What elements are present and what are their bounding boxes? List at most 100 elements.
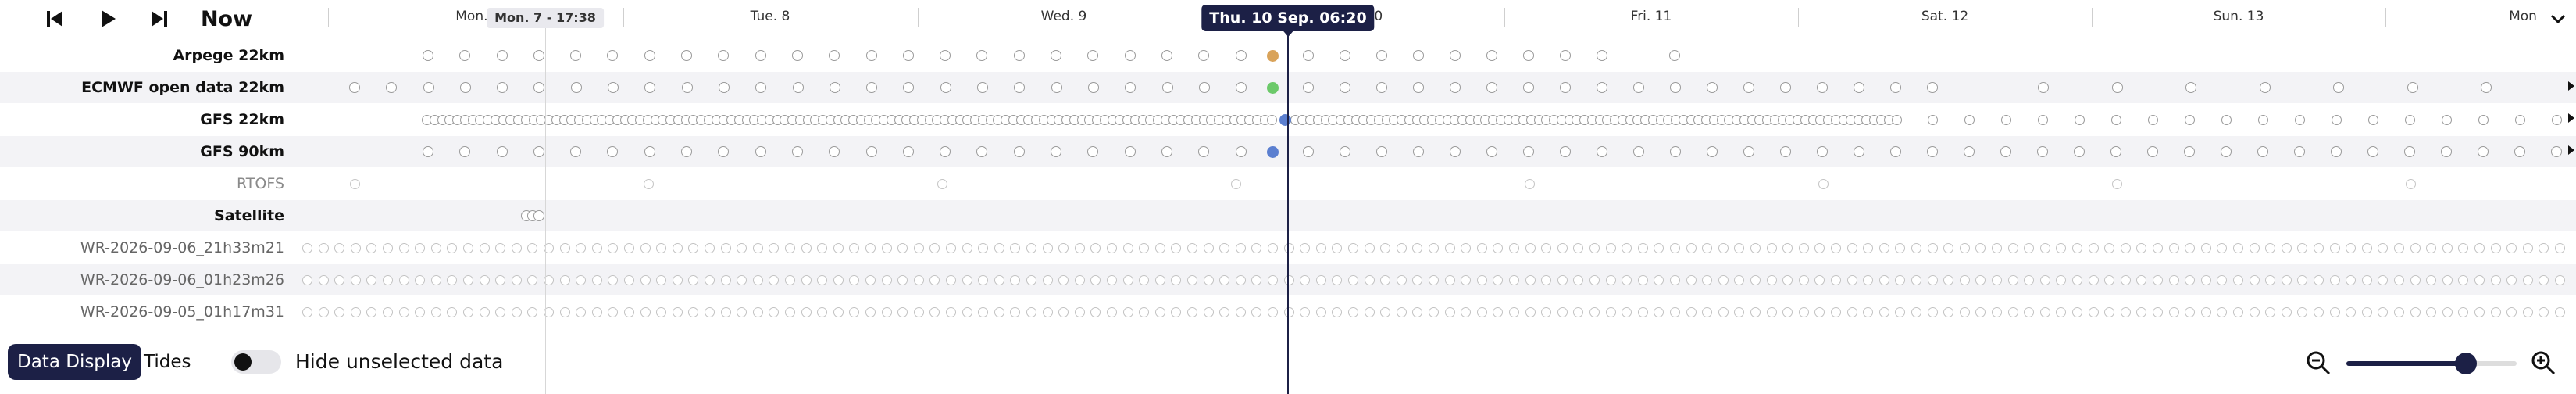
forecast-step-dot[interactable] [945, 274, 956, 285]
forecast-step-dot[interactable] [1605, 242, 1616, 253]
forecast-step-dot[interactable] [1042, 242, 1053, 253]
forecast-step-dot[interactable] [1891, 114, 1902, 125]
forecast-step-dot[interactable] [2313, 242, 2324, 253]
forecast-step-dot[interactable] [497, 50, 508, 61]
forecast-step-dot[interactable] [2216, 274, 2227, 285]
forecast-step-dot[interactable] [1927, 306, 1938, 317]
forecast-step-dot[interactable] [1444, 274, 1455, 285]
forecast-step-dot[interactable] [607, 146, 618, 157]
forecast-step-dot[interactable] [897, 306, 908, 317]
forecast-step-dot[interactable] [1267, 306, 1278, 317]
forecast-step-dot[interactable] [913, 242, 924, 253]
forecast-step-dot[interactable] [643, 178, 654, 189]
forecast-step-dot[interactable] [801, 274, 812, 285]
forecast-step-dot[interactable] [1780, 82, 1791, 93]
forecast-step-dot[interactable] [430, 306, 441, 317]
forecast-step-dot[interactable] [2329, 306, 2340, 317]
forecast-step-dot[interactable] [2506, 306, 2517, 317]
forecast-step-dot[interactable] [1862, 306, 1873, 317]
forecast-step-dot[interactable] [1508, 242, 1519, 253]
forecast-step-dot[interactable] [1218, 306, 1229, 317]
forecast-step-dot[interactable] [1959, 306, 1970, 317]
forecast-step-dot[interactable] [1376, 82, 1387, 93]
forecast-step-dot[interactable] [2037, 146, 2048, 157]
forecast-step-dot[interactable] [366, 274, 376, 285]
forecast-step-dot[interactable] [2112, 82, 2123, 93]
forecast-step-dot[interactable] [1894, 306, 1905, 317]
forecast-step-dot[interactable] [2184, 242, 2195, 253]
forecast-step-dot[interactable] [1743, 82, 1754, 93]
forecast-step-dot[interactable] [1605, 274, 1616, 285]
forecast-step-dot[interactable] [607, 242, 618, 253]
forecast-step-dot[interactable] [479, 242, 490, 253]
forecast-step-dot[interactable] [1460, 242, 1471, 253]
forecast-step-dot[interactable] [1862, 242, 1873, 253]
forecast-step-dot[interactable] [755, 50, 766, 61]
forecast-step-dot[interactable] [2185, 82, 2196, 93]
forecast-step-dot[interactable] [2294, 146, 2305, 157]
forecast-step-dot[interactable] [2377, 242, 2388, 253]
forecast-step-dot[interactable] [1572, 274, 1583, 285]
forecast-step-dot[interactable] [570, 146, 581, 157]
zoom-slider-handle[interactable] [2454, 353, 2477, 374]
forecast-step-dot[interactable] [301, 306, 312, 317]
forecast-step-dot[interactable] [977, 274, 988, 285]
forecast-step-dot[interactable] [318, 274, 329, 285]
forecast-step-dot[interactable] [945, 242, 956, 253]
forecast-step-dot[interactable] [2345, 306, 2356, 317]
forecast-step-dot[interactable] [1450, 50, 1461, 61]
forecast-step-dot[interactable] [623, 274, 634, 285]
forecast-step-dot[interactable] [1669, 242, 1680, 253]
forecast-step-dot[interactable] [1315, 306, 1326, 317]
forecast-step-dot[interactable] [446, 306, 457, 317]
scroll-right-icon[interactable] [2568, 81, 2574, 91]
forecast-step-dot[interactable] [398, 274, 409, 285]
forecast-step-dot[interactable] [334, 306, 344, 317]
forecast-step-dot[interactable] [2088, 242, 2099, 253]
forecast-step-dot[interactable] [1508, 274, 1519, 285]
forecast-step-dot[interactable] [2120, 242, 2131, 253]
forecast-step-dot[interactable] [2281, 242, 2292, 253]
forecast-step-dot[interactable] [1122, 242, 1133, 253]
play-button[interactable] [94, 6, 122, 31]
forecast-step-dot[interactable] [1525, 306, 1536, 317]
forecast-step-dot[interactable] [1090, 242, 1101, 253]
forecast-step-dot[interactable] [1911, 274, 1921, 285]
forecast-step-dot[interactable] [1450, 82, 1461, 93]
forecast-step-dot[interactable] [1557, 306, 1568, 317]
forecast-step-dot[interactable] [1009, 242, 1020, 253]
forecast-step-dot[interactable] [1750, 274, 1761, 285]
forecast-step-dot[interactable] [1523, 82, 1534, 93]
forecast-step-dot[interactable] [1267, 242, 1278, 253]
forecast-step-dot[interactable] [414, 306, 425, 317]
forecast-step-dot[interactable] [1122, 274, 1133, 285]
forecast-step-dot[interactable] [1975, 274, 1986, 285]
forecast-step-dot[interactable] [1890, 82, 1901, 93]
forecast-step-dot[interactable] [881, 274, 892, 285]
forecast-step-dot[interactable] [801, 242, 812, 253]
forecast-step-dot[interactable] [2393, 274, 2404, 285]
forecast-step-dot[interactable] [2038, 82, 2049, 93]
forecast-step-dot[interactable] [526, 306, 537, 317]
forecast-step-dot[interactable] [866, 146, 877, 157]
forecast-step-dot[interactable] [1818, 178, 1829, 189]
forecast-step-dot[interactable] [2522, 274, 2533, 285]
selected-step-dot[interactable] [1266, 145, 1279, 158]
forecast-step-dot[interactable] [2333, 82, 2344, 93]
forecast-step-dot[interactable] [1605, 306, 1616, 317]
forecast-step-dot[interactable] [1943, 306, 1953, 317]
forecast-step-dot[interactable] [768, 274, 779, 285]
forecast-step-dot[interactable] [2474, 242, 2485, 253]
forecast-step-dot[interactable] [2313, 306, 2324, 317]
forecast-step-dot[interactable] [1540, 242, 1551, 253]
forecast-step-dot[interactable] [752, 274, 763, 285]
forecast-step-dot[interactable] [2490, 306, 2501, 317]
forecast-step-dot[interactable] [2023, 242, 2034, 253]
forecast-step-dot[interactable] [2551, 114, 2562, 125]
forecast-step-dot[interactable] [623, 242, 634, 253]
forecast-step-dot[interactable] [881, 306, 892, 317]
forecast-step-dot[interactable] [2039, 274, 2050, 285]
current-time-cursor[interactable] [1287, 16, 1289, 394]
forecast-step-dot[interactable] [2103, 274, 2114, 285]
forecast-step-dot[interactable] [2377, 306, 2388, 317]
